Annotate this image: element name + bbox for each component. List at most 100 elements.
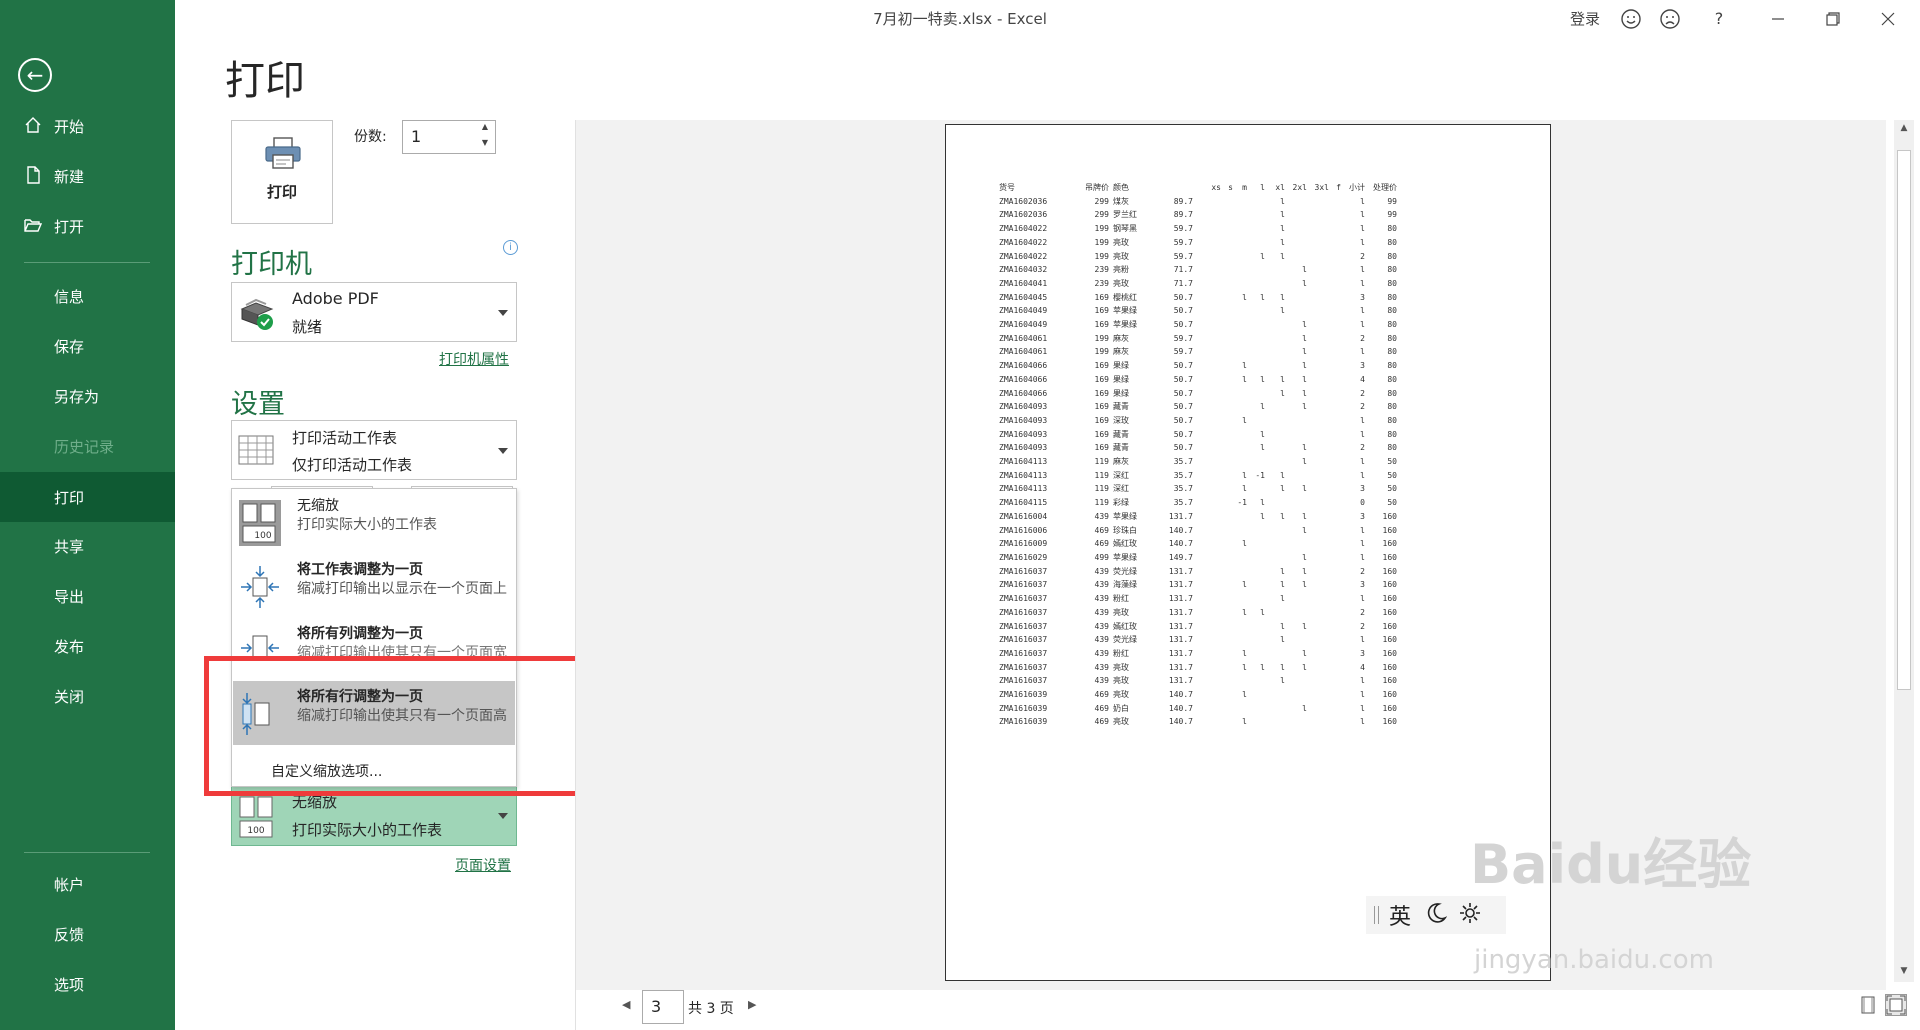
table-cell: [1329, 236, 1341, 250]
table-cell: [1233, 674, 1247, 688]
table-cell: l: [1360, 676, 1365, 686]
info-icon[interactable]: i: [503, 240, 518, 255]
nav-open[interactable]: 打开: [0, 202, 175, 250]
nav-home[interactable]: 开始: [0, 102, 175, 150]
nav-publish[interactable]: 发布: [0, 622, 175, 670]
nav-info[interactable]: 信息: [0, 272, 175, 320]
nav-close[interactable]: 关闭: [0, 672, 175, 720]
table-cell: l: [1242, 607, 1247, 617]
nav-save[interactable]: 保存: [0, 322, 175, 370]
drag-handle-icon[interactable]: [1374, 906, 1379, 924]
table-cell: [1221, 345, 1233, 359]
table-cell: [1307, 661, 1329, 675]
minimize-icon[interactable]: [1763, 6, 1793, 32]
table-cell: 80: [1387, 251, 1397, 261]
table-cell: 160: [1382, 580, 1397, 590]
table-cell: 469: [1094, 525, 1109, 535]
nav-save-as[interactable]: 另存为: [0, 372, 175, 420]
nav-account[interactable]: 帐户: [0, 860, 175, 908]
copies-down-icon[interactable]: ▼: [478, 138, 492, 152]
table-cell: [1221, 222, 1233, 236]
scroll-down-icon[interactable]: ▼: [1897, 966, 1911, 980]
table-cell: 2: [1360, 402, 1365, 412]
printer-name: Adobe PDF: [292, 289, 379, 308]
table-cell: 海藻绿: [1113, 580, 1137, 590]
table-cell: [1285, 236, 1307, 250]
table-row: ZMA1604093 169 藏青 50.7 l l 2 80: [999, 441, 1397, 455]
table-row: ZMA1616039 469 奶白 140.7 l l 160: [999, 702, 1397, 716]
table-cell: [1233, 236, 1247, 250]
table-cell: 果绿: [1113, 374, 1129, 384]
chevron-down-icon: [498, 310, 508, 316]
nav-new[interactable]: 新建: [0, 152, 175, 200]
column-header: 货号: [999, 183, 1015, 192]
table-cell: [1265, 551, 1285, 565]
table-cell: [1233, 551, 1247, 565]
copies-up-icon[interactable]: ▲: [478, 122, 492, 136]
table-cell: [1307, 318, 1329, 332]
print-button[interactable]: 打印: [231, 120, 333, 224]
table-cell: 239: [1094, 265, 1109, 275]
table-cell: [1193, 318, 1221, 332]
help-button[interactable]: ?: [1706, 6, 1732, 32]
table-cell: [1329, 469, 1341, 483]
print-scope-dropdown[interactable]: 打印活动工作表 仅打印活动工作表: [231, 420, 517, 480]
table-cell: [1247, 318, 1265, 332]
next-page-icon[interactable]: ▶: [748, 998, 756, 1011]
table-row: ZMA1604041 239 亮玫 71.7 l l 80: [999, 277, 1397, 291]
table-cell: l: [1242, 717, 1247, 727]
table-row: ZMA1604022 199 亮玫 59.7 l l 80: [999, 236, 1397, 250]
ime-language[interactable]: 英: [1389, 899, 1411, 931]
nav-feedback[interactable]: 反馈: [0, 910, 175, 958]
table-cell: 71.7: [1173, 265, 1193, 275]
table-cell: [1221, 592, 1233, 606]
table-cell: [1247, 537, 1265, 551]
moon-icon[interactable]: [1425, 902, 1448, 929]
printer-properties-link[interactable]: 打印机属性: [439, 349, 509, 369]
table-cell: ZMA1616039: [999, 690, 1048, 700]
table-cell: 169: [1094, 292, 1109, 302]
table-cell: 439: [1094, 648, 1109, 658]
scrollbar-thumb[interactable]: [1897, 150, 1911, 690]
table-cell: [1233, 510, 1247, 524]
page-setup-link[interactable]: 页面设置: [455, 855, 511, 875]
menu-item-desc: 打印实际大小的工作表: [297, 517, 437, 533]
table-cell: [1193, 277, 1221, 291]
table-row: ZMA1602036 299 煤灰 89.7 l l 99: [999, 195, 1397, 209]
table-cell: 140.7: [1168, 703, 1193, 713]
printer-dropdown[interactable]: Adobe PDF 就绪: [231, 282, 517, 342]
table-cell: [1307, 620, 1329, 634]
table-cell: [1247, 578, 1265, 592]
menu-item-title: 无缩放: [297, 498, 339, 514]
table-cell: [1247, 195, 1265, 209]
previous-page-icon[interactable]: ◀: [622, 998, 630, 1011]
smile-feedback-icon[interactable]: [1618, 6, 1644, 32]
table-cell: [1247, 702, 1265, 716]
zoom-to-page-icon[interactable]: [1885, 994, 1907, 1016]
table-cell: [1221, 318, 1233, 332]
table-cell: ZMA1604066: [999, 361, 1048, 371]
scroll-up-icon[interactable]: ▲: [1897, 123, 1911, 137]
menu-item-fit-sheet[interactable]: 将工作表调整为一页 缩减打印输出以显示在一个页面上: [233, 554, 515, 616]
table-cell: 140.7: [1168, 690, 1193, 700]
show-margins-icon[interactable]: [1859, 996, 1877, 1014]
table-cell: l: [1302, 361, 1307, 371]
gear-icon[interactable]: [1459, 902, 1481, 928]
table-cell: ZMA1616037: [999, 676, 1048, 686]
table-cell: 89.7: [1173, 210, 1193, 220]
nav-options[interactable]: 选项: [0, 960, 175, 1008]
page-number-input[interactable]: 3: [642, 990, 684, 1024]
close-window-icon[interactable]: [1873, 6, 1903, 32]
nav-export[interactable]: 导出: [0, 572, 175, 620]
back-arrow-icon[interactable]: ←: [18, 58, 52, 92]
table-cell: [1265, 715, 1285, 729]
menu-item-no-scaling[interactable]: 100 无缩放 打印实际大小的工作表: [233, 490, 515, 552]
signin-link[interactable]: 登录: [1562, 6, 1608, 32]
frown-feedback-icon[interactable]: [1657, 6, 1683, 32]
table-cell: l: [1302, 347, 1307, 357]
table-row: ZMA1616037 439 粉红 131.7 l l 3 160: [999, 647, 1397, 661]
table-cell: [1285, 195, 1307, 209]
restore-icon[interactable]: [1818, 6, 1848, 32]
nav-share[interactable]: 共享: [0, 522, 175, 570]
nav-print[interactable]: 打印: [0, 472, 175, 522]
